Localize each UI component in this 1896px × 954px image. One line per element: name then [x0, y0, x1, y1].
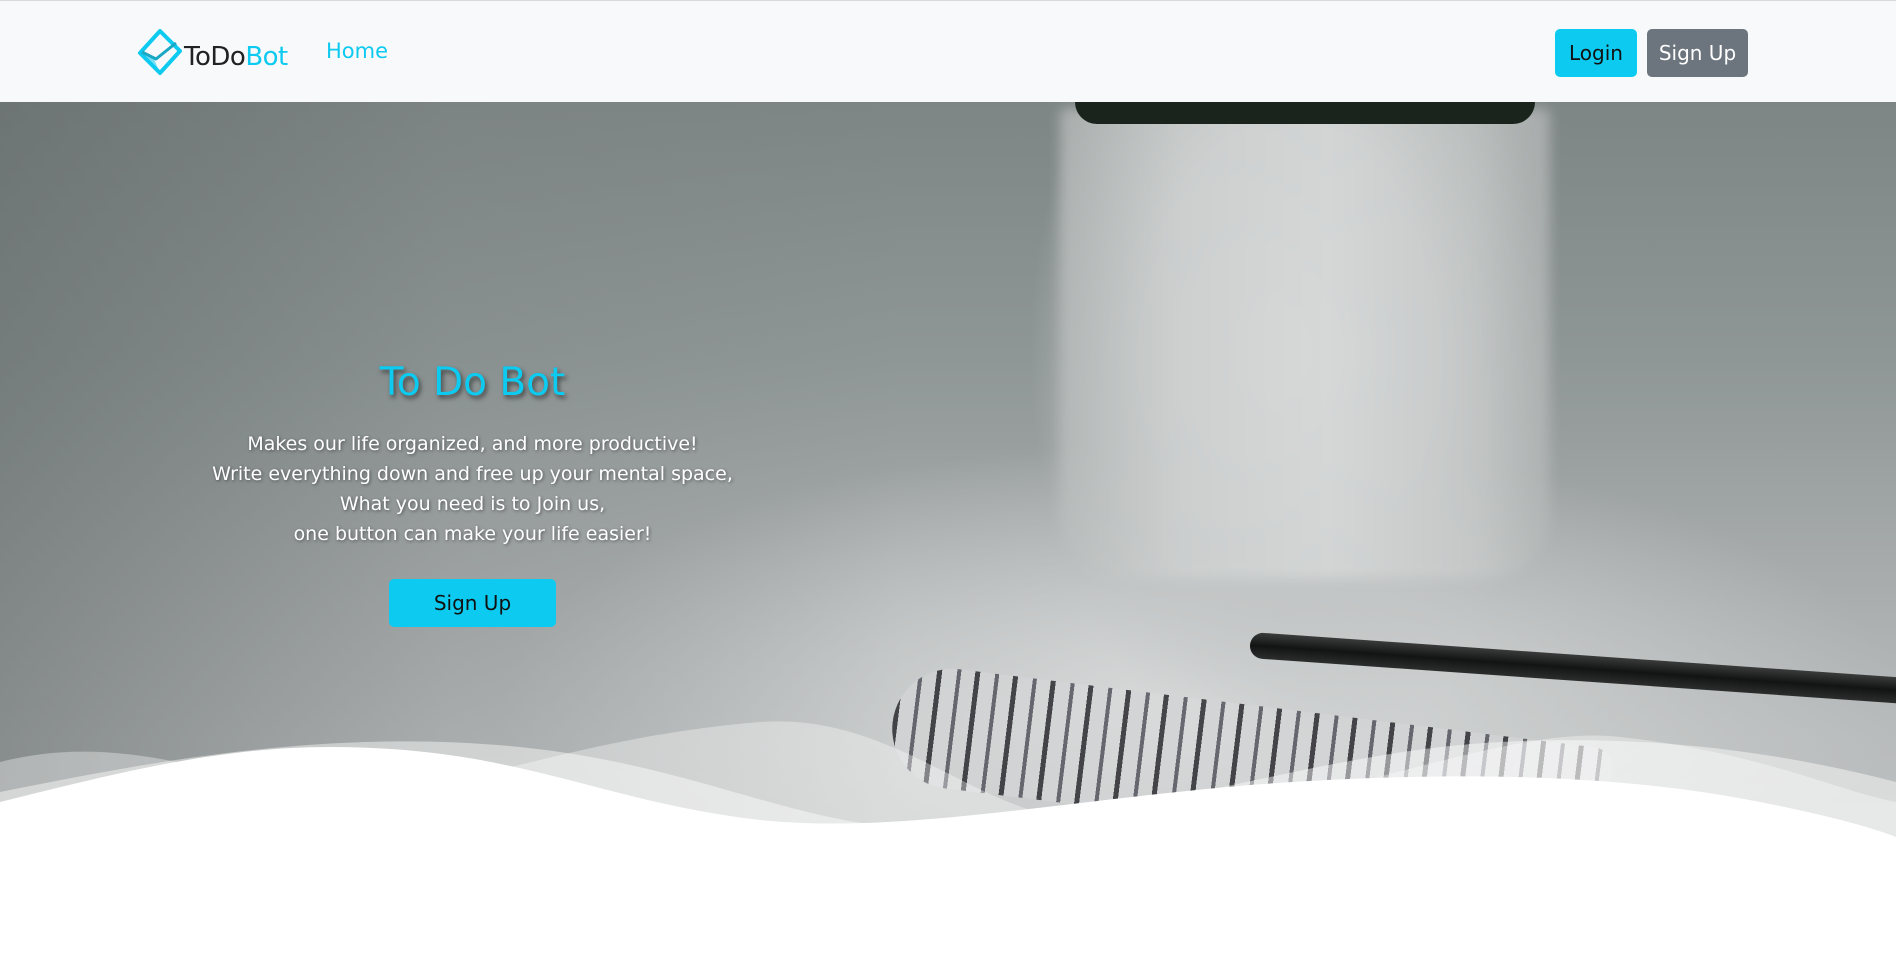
diamond-check-icon	[138, 29, 182, 75]
nav-home-link[interactable]: Home	[326, 39, 388, 63]
logo[interactable]: ToDoBot	[136, 29, 288, 77]
hero-section: To Do Bot Makes our life organized, and …	[0, 102, 1896, 954]
navbar: ToDoBot Home Login Sign Up	[0, 0, 1896, 102]
hero-line: Write everything down and free up your m…	[212, 463, 733, 485]
hero-description: Makes our life organized, and more produ…	[200, 429, 745, 549]
logo-text-bot: Bot	[245, 42, 288, 72]
logo-text: ToDoBot	[184, 42, 288, 72]
hero-signup-button[interactable]: Sign Up	[389, 579, 556, 627]
hero-line: What you need is to Join us,	[339, 493, 606, 515]
hero-line: one button can make your life easier!	[293, 523, 652, 545]
hero-title: To Do Bot	[379, 360, 566, 405]
hero-line: Makes our life organized, and more produ…	[247, 433, 698, 455]
logo-text-todo: ToDo	[184, 42, 246, 72]
nav-signup-button[interactable]: Sign Up	[1647, 29, 1748, 77]
login-button[interactable]: Login	[1555, 29, 1637, 77]
hero-content: To Do Bot Makes our life organized, and …	[200, 357, 745, 627]
